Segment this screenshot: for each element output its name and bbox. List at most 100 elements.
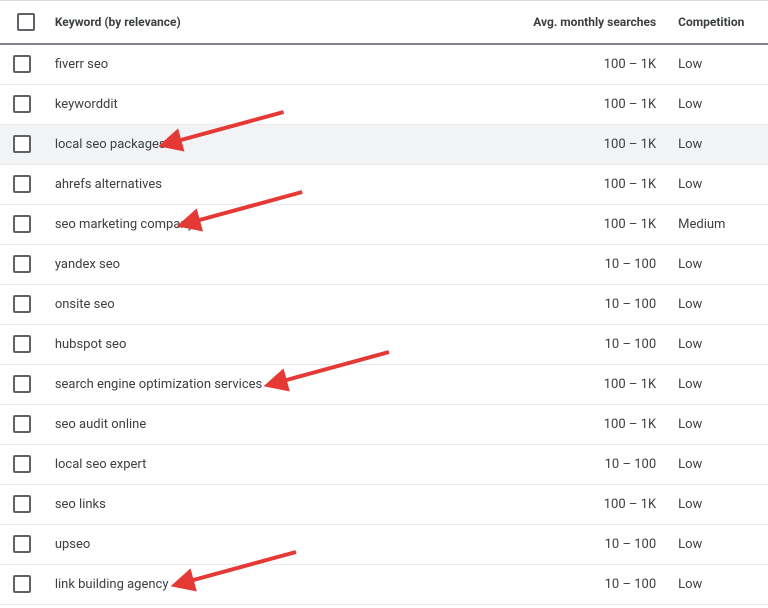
table-row: local seo expert 10 – 100 Low bbox=[0, 444, 768, 484]
searches-text: 100 – 1K bbox=[604, 57, 656, 72]
row-checkbox[interactable] bbox=[13, 55, 31, 73]
row-checkbox[interactable] bbox=[13, 95, 31, 113]
row-checkbox[interactable] bbox=[13, 255, 31, 273]
competition-cell: Low bbox=[666, 444, 768, 484]
competition-cell: Low bbox=[666, 284, 768, 324]
searches-cell: 100 – 1K bbox=[350, 484, 666, 524]
competition-cell: Low bbox=[666, 164, 768, 204]
searches-text: 10 – 100 bbox=[605, 537, 657, 552]
searches-cell: 10 – 100 bbox=[350, 564, 666, 604]
keyword-cell[interactable]: upseo bbox=[45, 524, 351, 564]
keyword-cell[interactable]: seo marketing company bbox=[45, 204, 351, 244]
searches-cell: 100 – 1K bbox=[350, 404, 666, 444]
competition-cell: Low bbox=[666, 564, 768, 604]
searches-text: 10 – 100 bbox=[605, 457, 657, 472]
competition-text: Low bbox=[678, 457, 702, 472]
searches-cell: 100 – 1K bbox=[350, 124, 666, 164]
searches-cell: 100 – 1K bbox=[350, 204, 666, 244]
competition-text: Low bbox=[678, 97, 702, 112]
row-checkbox-cell bbox=[0, 364, 45, 404]
row-checkbox[interactable] bbox=[13, 575, 31, 593]
table-row: search engine optimization services 100 –… bbox=[0, 364, 768, 404]
keyword-cell[interactable]: local seo expert bbox=[45, 444, 351, 484]
competition-text: Low bbox=[678, 297, 702, 312]
keyword-cell[interactable]: onsite seo bbox=[45, 284, 351, 324]
row-checkbox-cell bbox=[0, 444, 45, 484]
searches-text: 100 – 1K bbox=[604, 97, 656, 112]
row-checkbox-cell bbox=[0, 44, 45, 84]
row-checkbox-cell bbox=[0, 204, 45, 244]
table-row: upseo 10 – 100 Low bbox=[0, 524, 768, 564]
table-row: link building agency 10 – 100Low bbox=[0, 564, 768, 604]
row-checkbox[interactable] bbox=[13, 175, 31, 193]
competition-text: Medium bbox=[678, 217, 725, 232]
searches-text: 100 – 1K bbox=[604, 497, 656, 512]
keyword-text: keyworddit bbox=[55, 97, 118, 112]
keyword-cell[interactable]: hubspot seo bbox=[45, 324, 351, 364]
keyword-cell[interactable]: seo links bbox=[45, 484, 351, 524]
table-row: seo audit online 100 – 1K Low bbox=[0, 404, 768, 444]
keyword-text: seo marketing company bbox=[55, 217, 194, 232]
competition-text: Low bbox=[678, 137, 702, 152]
select-all-checkbox[interactable] bbox=[17, 13, 35, 31]
table-row: seo links 100 – 1K Low bbox=[0, 484, 768, 524]
row-checkbox[interactable] bbox=[13, 495, 31, 513]
keyword-cell[interactable]: ahrefs alternatives bbox=[45, 164, 351, 204]
searches-text: 100 – 1K bbox=[604, 377, 656, 392]
keyword-text: link building agency bbox=[55, 577, 169, 592]
keyword-text: ahrefs alternatives bbox=[55, 177, 162, 192]
searches-text: 100 – 1K bbox=[604, 417, 656, 432]
header-competition[interactable]: Competition bbox=[666, 1, 768, 45]
searches-cell: 100 – 1K bbox=[350, 364, 666, 404]
keyword-cell[interactable]: yandex seo bbox=[45, 244, 351, 284]
keyword-cell[interactable]: local seo packages bbox=[45, 124, 351, 164]
header-keyword[interactable]: Keyword (by relevance) bbox=[45, 1, 351, 45]
keyword-table: Keyword (by relevance) Avg. monthly sear… bbox=[0, 0, 768, 605]
row-checkbox-cell bbox=[0, 404, 45, 444]
row-checkbox-cell bbox=[0, 284, 45, 324]
row-checkbox[interactable] bbox=[13, 415, 31, 433]
row-checkbox[interactable] bbox=[13, 215, 31, 233]
competition-cell: Low bbox=[666, 324, 768, 364]
keyword-text: hubspot seo bbox=[55, 337, 127, 352]
row-checkbox-cell bbox=[0, 484, 45, 524]
searches-text: 100 – 1K bbox=[604, 137, 656, 152]
competition-text: Low bbox=[678, 497, 702, 512]
row-checkbox-cell bbox=[0, 564, 45, 604]
keyword-text: fiverr seo bbox=[55, 57, 108, 72]
competition-text: Low bbox=[678, 57, 702, 72]
competition-cell: Medium bbox=[666, 204, 768, 244]
table-row: keyworddit 100 – 1K Low bbox=[0, 84, 768, 124]
keyword-text: local seo packages bbox=[55, 137, 166, 152]
keyword-cell[interactable]: seo audit online bbox=[45, 404, 351, 444]
keyword-cell[interactable]: search engine optimization services bbox=[45, 364, 351, 404]
keyword-cell[interactable]: keyworddit bbox=[45, 84, 351, 124]
keyword-text: seo audit online bbox=[55, 417, 146, 432]
table-row: onsite seo 10 – 100 Low bbox=[0, 284, 768, 324]
keyword-cell[interactable]: link building agency bbox=[45, 564, 351, 604]
row-checkbox[interactable] bbox=[13, 535, 31, 553]
row-checkbox[interactable] bbox=[13, 455, 31, 473]
keyword-text: seo links bbox=[55, 497, 106, 512]
row-checkbox-cell bbox=[0, 324, 45, 364]
row-checkbox[interactable] bbox=[13, 295, 31, 313]
table-row: local seo packages 100 – 1K Low bbox=[0, 124, 768, 164]
competition-cell: Low bbox=[666, 124, 768, 164]
keyword-text: yandex seo bbox=[55, 257, 120, 272]
keyword-text: onsite seo bbox=[55, 297, 115, 312]
row-checkbox[interactable] bbox=[13, 135, 31, 153]
header-searches[interactable]: Avg. monthly searches bbox=[350, 1, 666, 45]
competition-text: Low bbox=[678, 257, 702, 272]
competition-cell: Low bbox=[666, 244, 768, 284]
keyword-cell[interactable]: fiverr seo bbox=[45, 44, 351, 84]
searches-cell: 10 – 100 bbox=[350, 524, 666, 564]
competition-cell: Low bbox=[666, 524, 768, 564]
searches-cell: 10 – 100 bbox=[350, 284, 666, 324]
header-checkbox-cell bbox=[0, 1, 45, 45]
competition-cell: Low bbox=[666, 484, 768, 524]
competition-text: Low bbox=[678, 417, 702, 432]
row-checkbox[interactable] bbox=[13, 375, 31, 393]
keyword-text: local seo expert bbox=[55, 457, 147, 472]
table-row: yandex seo10 – 100Low bbox=[0, 244, 768, 284]
row-checkbox[interactable] bbox=[13, 335, 31, 353]
